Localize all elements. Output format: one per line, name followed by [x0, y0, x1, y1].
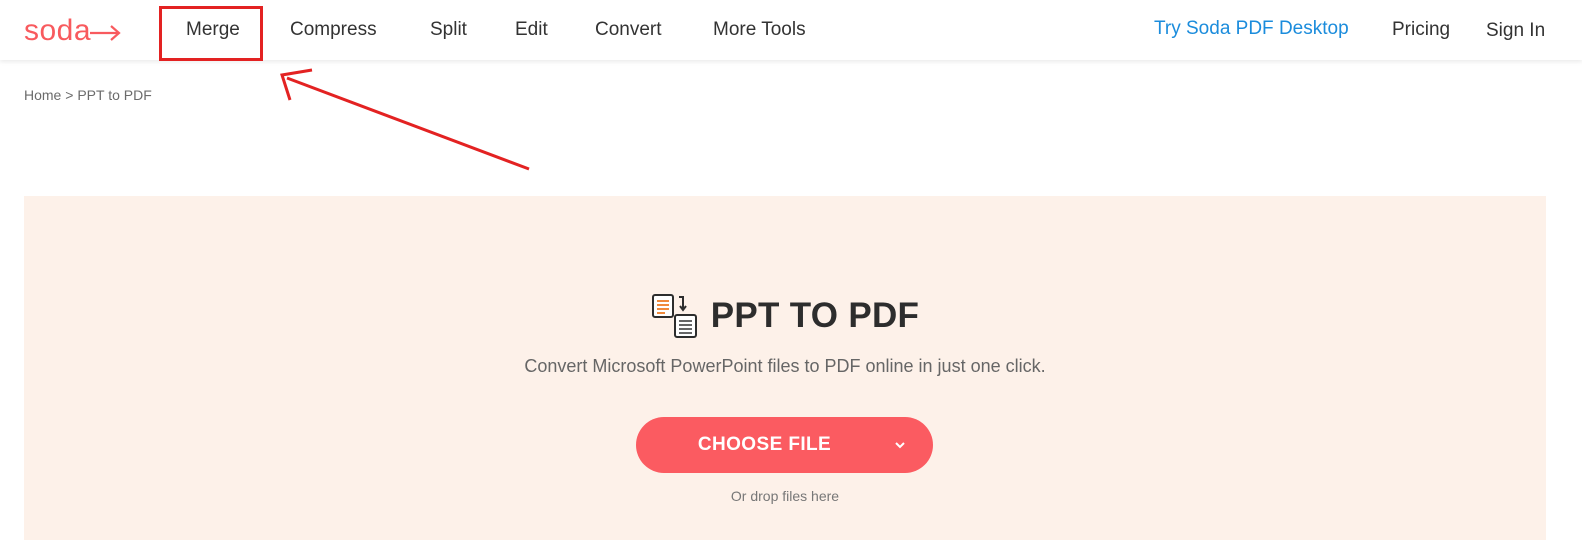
nav-pricing[interactable]: Pricing — [1392, 0, 1450, 60]
breadcrumb-home[interactable]: Home — [24, 87, 61, 103]
nav-merge[interactable]: Merge — [186, 0, 240, 60]
convert-document-icon — [651, 294, 697, 338]
breadcrumb-current: PPT to PDF — [77, 87, 152, 103]
title-row: PPT TO PDF — [24, 293, 1546, 339]
soda-logo[interactable]: soda — [24, 14, 123, 48]
arrow-right-icon — [90, 25, 121, 41]
nav-split[interactable]: Split — [430, 0, 467, 60]
converter-hero: PPT TO PDF Convert Microsoft PowerPoint … — [24, 196, 1546, 540]
choose-file-button[interactable]: CHOOSE FILE — [636, 417, 933, 473]
breadcrumb-separator: > — [65, 87, 74, 103]
page-subtitle: Convert Microsoft PowerPoint files to PD… — [524, 356, 1046, 376]
breadcrumb: Home > PPT to PDF — [24, 87, 152, 103]
nav-compress[interactable]: Compress — [290, 0, 377, 60]
site-header: soda Merge Compress Split Edit Convert M… — [0, 0, 1582, 60]
nav-more-tools[interactable]: More Tools — [713, 0, 806, 60]
drop-files-hint: Or drop files here — [730, 488, 840, 504]
nav-edit[interactable]: Edit — [515, 0, 548, 60]
choose-file-label: CHOOSE FILE — [697, 434, 832, 455]
page-title: PPT TO PDF — [710, 296, 920, 335]
chevron-down-icon[interactable] — [893, 417, 933, 473]
sign-in-link[interactable]: Sign In — [1486, 0, 1545, 60]
nav-convert[interactable]: Convert — [595, 0, 662, 60]
try-desktop-link[interactable]: Try Soda PDF Desktop — [1154, 0, 1349, 60]
logo-text: soda — [24, 14, 92, 47]
